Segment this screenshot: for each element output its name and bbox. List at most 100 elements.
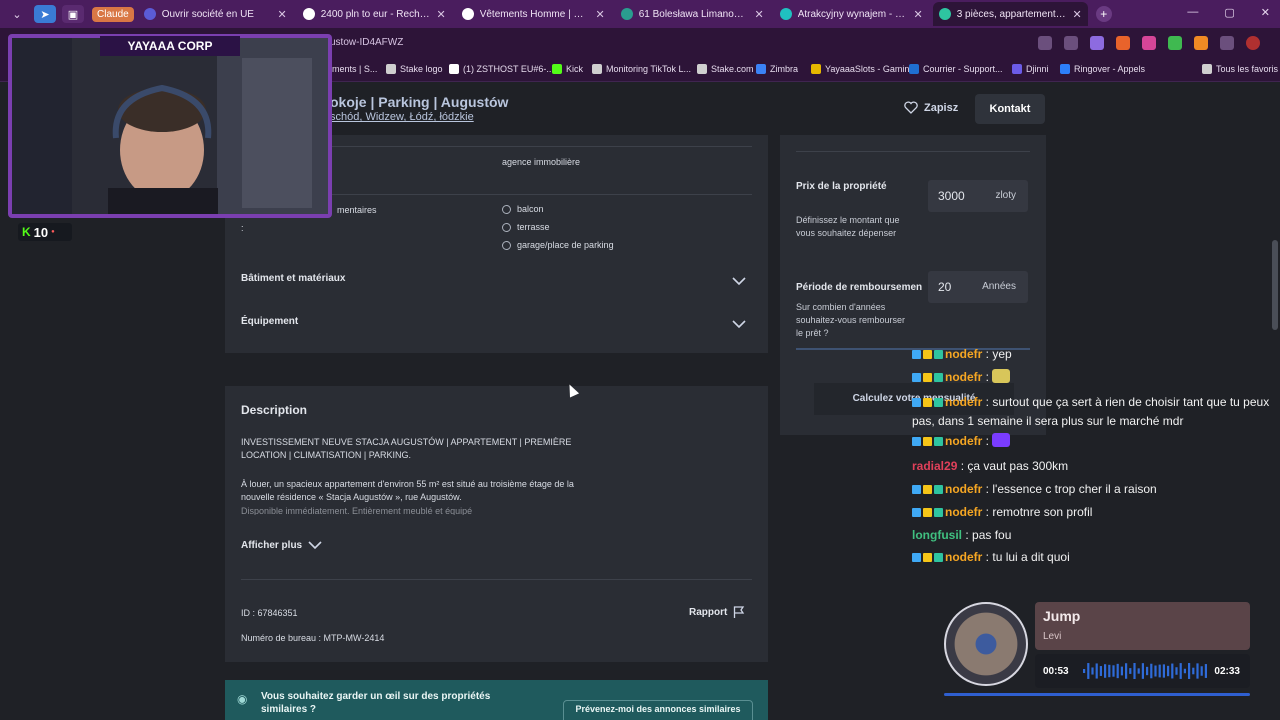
maximize-icon[interactable]: ▢ — [1224, 6, 1234, 19]
listing-location-link[interactable]: schód, Widzew, Łódź, łódzkie — [330, 111, 474, 123]
tab-list-chevron-icon[interactable]: ⌄ — [6, 5, 28, 23]
chat-username[interactable]: nodefr — [945, 347, 982, 361]
profile-avatar[interactable] — [1246, 36, 1260, 50]
bookmark-label: ments | S... — [332, 64, 378, 74]
waveform-bar — [1091, 667, 1094, 675]
bookmark-item[interactable]: Zimbra — [756, 64, 798, 74]
chevron-down-icon[interactable] — [732, 276, 746, 286]
badge-icon — [934, 373, 943, 382]
chat-username[interactable]: radial29 — [912, 459, 957, 473]
accordion-building[interactable]: Bâtiment et matériaux — [241, 273, 345, 284]
tab-title: Ouvrir société en UE — [161, 8, 254, 20]
price-unit: zloty — [995, 190, 1016, 201]
bookmark-favicon-icon — [592, 64, 602, 74]
chat-username[interactable]: nodefr — [945, 395, 982, 409]
browser-tab[interactable]: 2400 pln to eur - Recherche Go ✕ — [297, 2, 452, 26]
feature-parking: garage/place de parking — [502, 240, 614, 250]
bookmark-item[interactable]: Ringover - Appels — [1060, 64, 1145, 74]
track-progress-card: 00:53 02:33 — [1035, 654, 1250, 688]
chat-separator: : — [982, 505, 993, 519]
live-dot-icon: ● — [51, 229, 55, 235]
song-title: Jump — [1043, 608, 1081, 624]
save-favorite-button[interactable]: Zapisz — [904, 101, 958, 114]
close-tab-icon[interactable]: ✕ — [1072, 8, 1081, 21]
minimize-icon[interactable]: — — [1187, 6, 1198, 19]
browser-tab-bar: ⌄ ➤ ▣ Claude Ouvrir société en UE ✕ 2400 p… — [0, 0, 1280, 28]
extension-icon[interactable] — [1116, 36, 1130, 50]
kick-logo-icon: K — [22, 225, 31, 239]
playback-progress-bar — [944, 693, 1250, 696]
divider — [796, 151, 1030, 152]
waveform-bar — [1112, 665, 1115, 677]
price-input[interactable]: 3000 zloty — [928, 180, 1028, 212]
chat-message: nodefr : — [912, 432, 1272, 451]
extension-icon[interactable] — [1142, 36, 1156, 50]
extensions-puzzle-icon[interactable] — [1220, 36, 1234, 50]
extension-icon[interactable] — [1168, 36, 1182, 50]
close-tab-icon[interactable]: ✕ — [277, 8, 286, 21]
browser-tab[interactable]: 3 pièces, appartement à louer ✕ — [932, 2, 1088, 26]
close-tab-icon[interactable]: ✕ — [595, 8, 604, 21]
show-more-button[interactable]: Afficher plus — [241, 540, 322, 551]
badge-icon — [934, 398, 943, 407]
period-input[interactable]: 20 Années — [928, 271, 1028, 303]
badge-icon — [923, 398, 932, 407]
chat-username[interactable]: longfusil — [912, 528, 962, 542]
contact-button[interactable]: Kontakt — [975, 94, 1045, 124]
bookmark-item[interactable]: Tous les favoris — [1202, 64, 1278, 74]
url-field[interactable]: ustow-ID4AFWZ — [330, 37, 403, 48]
bookmark-item[interactable]: Kick — [552, 64, 583, 74]
chat-username[interactable]: nodefr — [945, 370, 982, 384]
chat-separator: : — [982, 395, 993, 409]
bookmark-item[interactable]: Courrier - Support... — [909, 64, 1003, 74]
waveform-bar — [1154, 665, 1157, 677]
bookmark-favicon-icon — [449, 64, 459, 74]
new-tab-button[interactable]: + — [1095, 6, 1112, 22]
chat-username[interactable]: nodefr — [945, 434, 982, 448]
bookmark-item[interactable]: (1) ZSTHOST EU#6-... — [449, 64, 554, 74]
chat-username[interactable]: nodefr — [945, 482, 982, 496]
bookmark-label: Kick — [566, 64, 584, 74]
telegram-pinned-tab-icon[interactable]: ➤ — [34, 5, 56, 23]
bookmark-item[interactable]: Stake.com — [697, 64, 754, 74]
bookmark-item[interactable]: Djinni — [1012, 64, 1049, 74]
browser-tab[interactable]: Ouvrir société en UE ✕ — [138, 2, 293, 26]
bookmark-item[interactable]: Stake logo — [386, 64, 443, 74]
chevron-down-icon[interactable] — [732, 319, 746, 329]
price-value: 3000 — [938, 189, 965, 203]
chat-username[interactable]: nodefr — [945, 550, 982, 564]
alert-text: Vous souhaitez garder un œil sur des pro… — [261, 691, 491, 715]
tab-favicon-icon — [938, 8, 951, 20]
bookmark-item[interactable]: Monitoring TikTok L... — [592, 64, 691, 74]
badge-icon — [912, 437, 921, 446]
accordion-equipment[interactable]: Équipement — [241, 316, 298, 327]
close-tab-icon[interactable]: ✕ — [754, 8, 763, 21]
translate-icon[interactable] — [1038, 36, 1052, 50]
chat-badges — [912, 481, 945, 499]
star-icon[interactable] — [1064, 36, 1078, 50]
extension-icon[interactable] — [1194, 36, 1208, 50]
close-window-icon[interactable]: ✕ — [1261, 6, 1270, 19]
bookmark-label: Stake logo — [400, 64, 443, 74]
browser-tab[interactable]: Vêtements Homme | Next ✕ — [456, 2, 611, 26]
pinned-tab-icon[interactable]: ▣ — [62, 5, 84, 23]
extension-icon[interactable] — [1090, 36, 1104, 50]
claude-tab-group-chip[interactable]: Claude — [92, 6, 134, 22]
chat-separator: : — [957, 459, 968, 473]
description-paragraph: INVESTISSEMENT NEUVE STACJA AUGUSTÓW | A… — [241, 437, 572, 460]
close-tab-icon[interactable]: ✕ — [913, 8, 922, 21]
browser-tab[interactable]: 61 Bolesława Limanowskiego - ✕ — [615, 2, 770, 26]
music-player-overlay: Jump Levi 00:53 02:33 — [940, 598, 1270, 708]
close-tab-icon[interactable]: ✕ — [436, 8, 445, 21]
report-button[interactable]: Rapport — [689, 606, 745, 619]
badge-icon — [934, 350, 943, 359]
page-scrollbar[interactable] — [1272, 240, 1278, 330]
bookmark-item[interactable]: YayaaaSlots - Gamin... — [811, 64, 917, 74]
chat-text: yep — [992, 347, 1012, 361]
notify-similar-button[interactable]: Prévenez-moi des annonces similaires — [563, 700, 753, 720]
song-info-card: Jump Levi — [1035, 602, 1250, 650]
browser-tab[interactable]: Atrakcyjny wynajem - Łódź - sp ✕ — [774, 2, 929, 26]
tab-favicon-icon — [302, 8, 315, 20]
description-paragraph-faded: Disponible immédiatement. Entièrement me… — [241, 506, 473, 515]
chat-username[interactable]: nodefr — [945, 505, 982, 519]
